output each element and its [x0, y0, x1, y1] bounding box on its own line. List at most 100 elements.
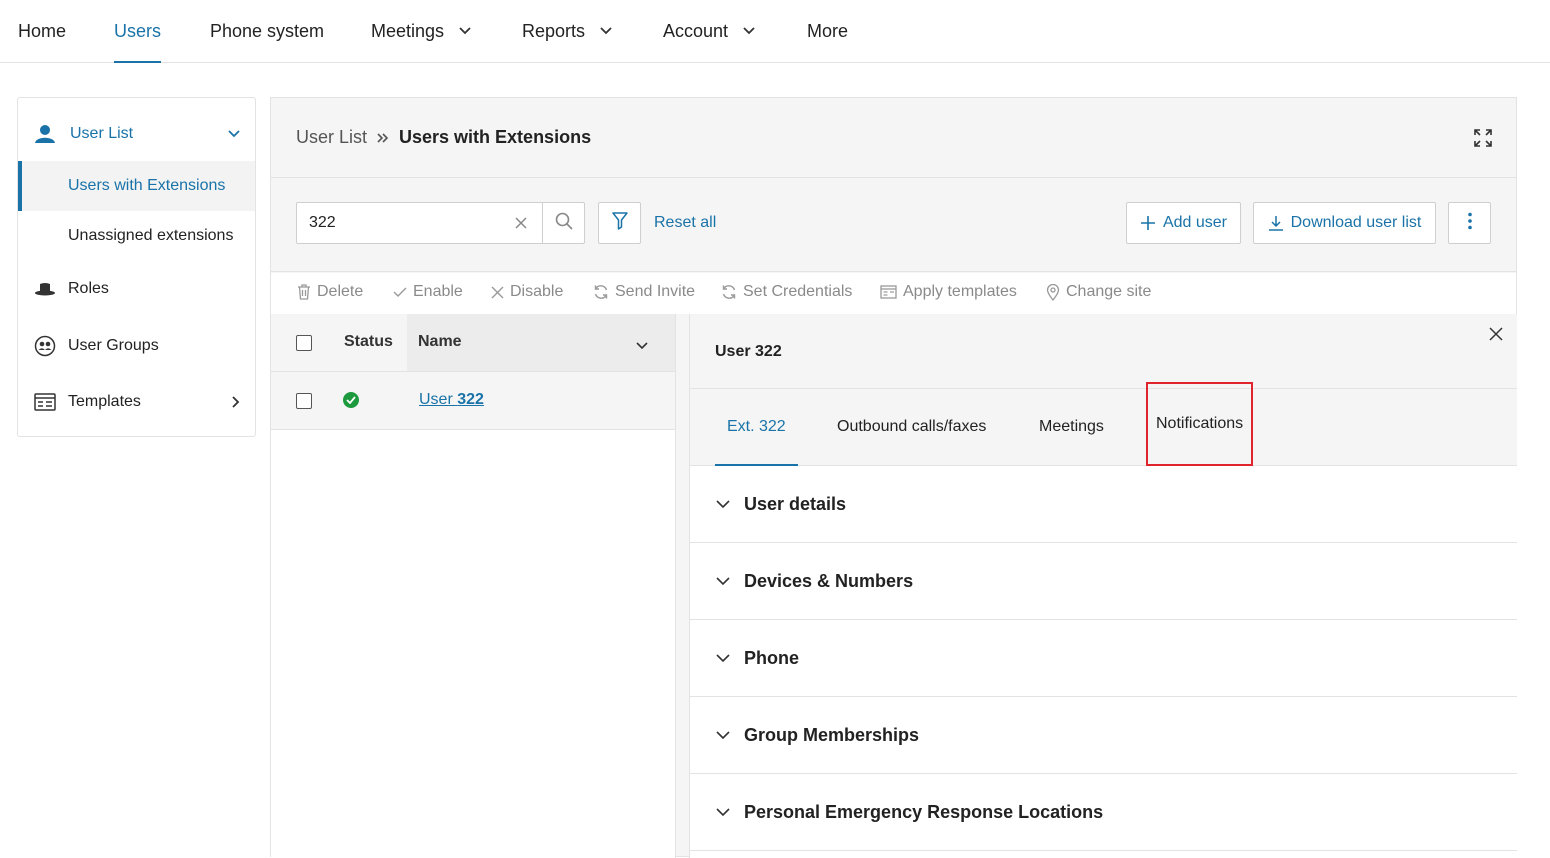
chevron-down-icon: [715, 807, 731, 817]
chevron-down-icon: [599, 26, 613, 36]
search-input[interactable]: [297, 203, 507, 243]
hat-icon: [34, 278, 56, 300]
tab-ext[interactable]: Ext. 322: [715, 389, 798, 466]
sidebar-item-label: Users with Extensions: [68, 177, 226, 194]
chevron-down-icon: [715, 576, 731, 586]
row-checkbox[interactable]: [296, 393, 312, 409]
name-column-header[interactable]: Name: [418, 333, 462, 351]
tab-label: Outbound calls/faxes: [837, 418, 987, 435]
add-user-button[interactable]: Add user: [1126, 202, 1241, 244]
set-credentials-action[interactable]: Set Credentials: [721, 283, 852, 301]
nav-phone-system-label: Phone system: [210, 20, 325, 41]
download-icon: [1268, 215, 1284, 231]
sidebar-item-label: User Groups: [68, 337, 159, 354]
send-invite-label: Send Invite: [615, 283, 696, 300]
nav-reports-label: Reports: [522, 20, 586, 41]
select-all-checkbox[interactable]: [296, 335, 312, 351]
sidebar-item-users-with-extensions[interactable]: Users with Extensions: [18, 161, 255, 211]
nav-home[interactable]: Home: [18, 0, 66, 62]
tab-label: Notifications: [1156, 415, 1244, 432]
reset-all-link[interactable]: Reset all: [654, 214, 716, 232]
bulk-actions-bar: Delete Enable Disable Send Invite Set Cr…: [271, 273, 1516, 314]
chevron-right-icon: [231, 395, 241, 409]
search-box: [296, 202, 585, 244]
filter-button[interactable]: [598, 202, 641, 244]
set-credentials-label: Set Credentials: [743, 283, 853, 300]
tab-meetings[interactable]: Meetings: [1039, 389, 1104, 465]
download-user-list-label: Download user list: [1290, 214, 1422, 231]
clear-icon[interactable]: [513, 215, 529, 231]
nav-meetings-label: Meetings: [371, 20, 445, 41]
add-user-label: Add user: [1162, 214, 1228, 231]
template-icon: [880, 285, 897, 299]
user-name-link[interactable]: User 322: [419, 391, 484, 409]
enable-label: Enable: [413, 283, 463, 300]
send-invite-action[interactable]: Send Invite: [593, 283, 695, 301]
close-icon[interactable]: [1488, 326, 1504, 342]
sidebar-item-user-groups[interactable]: User Groups: [18, 334, 255, 358]
nav-reports[interactable]: Reports: [522, 0, 613, 62]
chevron-down-icon: [715, 730, 731, 740]
user-name-number: 322: [457, 391, 484, 408]
change-site-label: Change site: [1066, 283, 1152, 300]
sidebar-item-templates[interactable]: Templates: [18, 390, 255, 414]
trash-icon: [297, 284, 311, 300]
section-phone[interactable]: Phone: [690, 620, 1517, 697]
search-button[interactable]: [542, 203, 584, 243]
sidebar-item-roles[interactable]: Roles: [18, 277, 255, 301]
chevron-down-icon: [742, 26, 756, 36]
nav-more[interactable]: More: [807, 0, 848, 62]
download-user-list-button[interactable]: Download user list: [1253, 202, 1436, 244]
status-active-icon: [343, 392, 359, 408]
template-icon: [34, 391, 56, 413]
kebab-menu-icon: [1467, 212, 1472, 235]
status-column-header[interactable]: Status: [344, 333, 393, 351]
sidebar: User List Users with Extensions Unassign…: [17, 97, 256, 437]
enable-action[interactable]: Enable: [393, 283, 463, 301]
table-row[interactable]: User 322: [271, 372, 675, 430]
apply-templates-action[interactable]: Apply templates: [880, 283, 1017, 301]
section-devices-numbers[interactable]: Devices & Numbers: [690, 543, 1517, 620]
top-navigation: Home Users Phone system Meetings Reports…: [0, 0, 1550, 63]
nav-home-label: Home: [18, 20, 67, 41]
user-name-prefix: User: [419, 391, 458, 408]
chevron-down-icon[interactable]: [635, 338, 649, 356]
nav-phone-system[interactable]: Phone system: [210, 0, 324, 62]
sidebar-item-unassigned-extensions[interactable]: Unassigned extensions: [18, 211, 255, 261]
expand-icon[interactable]: [1472, 127, 1494, 149]
delete-label: Delete: [317, 283, 364, 300]
tab-outbound-calls-faxes[interactable]: Outbound calls/faxes: [837, 389, 986, 465]
sidebar-item-label: User List: [70, 125, 134, 142]
more-options-button[interactable]: [1448, 202, 1491, 244]
toolbar: Reset all Add user Download user list: [271, 178, 1516, 272]
breadcrumb-parent[interactable]: User List: [296, 127, 367, 148]
close-icon: [491, 286, 504, 299]
table-header: Status Name: [271, 314, 675, 372]
sidebar-item-user-list[interactable]: User List: [18, 122, 255, 146]
nav-account[interactable]: Account: [663, 0, 756, 62]
section-title: Personal Emergency Response Locations: [744, 801, 1104, 822]
apply-templates-label: Apply templates: [903, 283, 1017, 300]
refresh-icon: [721, 284, 737, 300]
nav-meetings[interactable]: Meetings: [371, 0, 472, 62]
detail-header: User 322: [690, 314, 1517, 389]
sidebar-item-label: Unassigned extensions: [68, 227, 234, 244]
section-title: Devices & Numbers: [744, 570, 914, 591]
delete-action[interactable]: Delete: [297, 283, 363, 301]
nav-more-label: More: [807, 20, 849, 41]
section-user-details[interactable]: User details: [690, 466, 1517, 543]
search-icon: [555, 212, 573, 235]
section-personal-emergency-response-locations[interactable]: Personal Emergency Response Locations: [690, 774, 1517, 851]
nav-users-label: Users: [114, 20, 162, 41]
user-detail-panel: User 322 Ext. 322 Outbound calls/faxes M…: [689, 314, 1517, 858]
nav-users[interactable]: Users: [114, 0, 162, 63]
change-site-action[interactable]: Change site: [1046, 283, 1151, 301]
plus-icon: [1140, 215, 1156, 231]
tab-notifications[interactable]: Notifications: [1145, 382, 1254, 466]
disable-action[interactable]: Disable: [491, 283, 563, 301]
main-panel: User List Users with Extensions 322 Rese…: [270, 97, 1517, 858]
tab-label: Ext. 322: [727, 418, 786, 435]
section-group-memberships[interactable]: Group Memberships: [690, 697, 1517, 774]
user-icon: [34, 123, 56, 145]
main-header: User List Users with Extensions: [271, 98, 1516, 178]
